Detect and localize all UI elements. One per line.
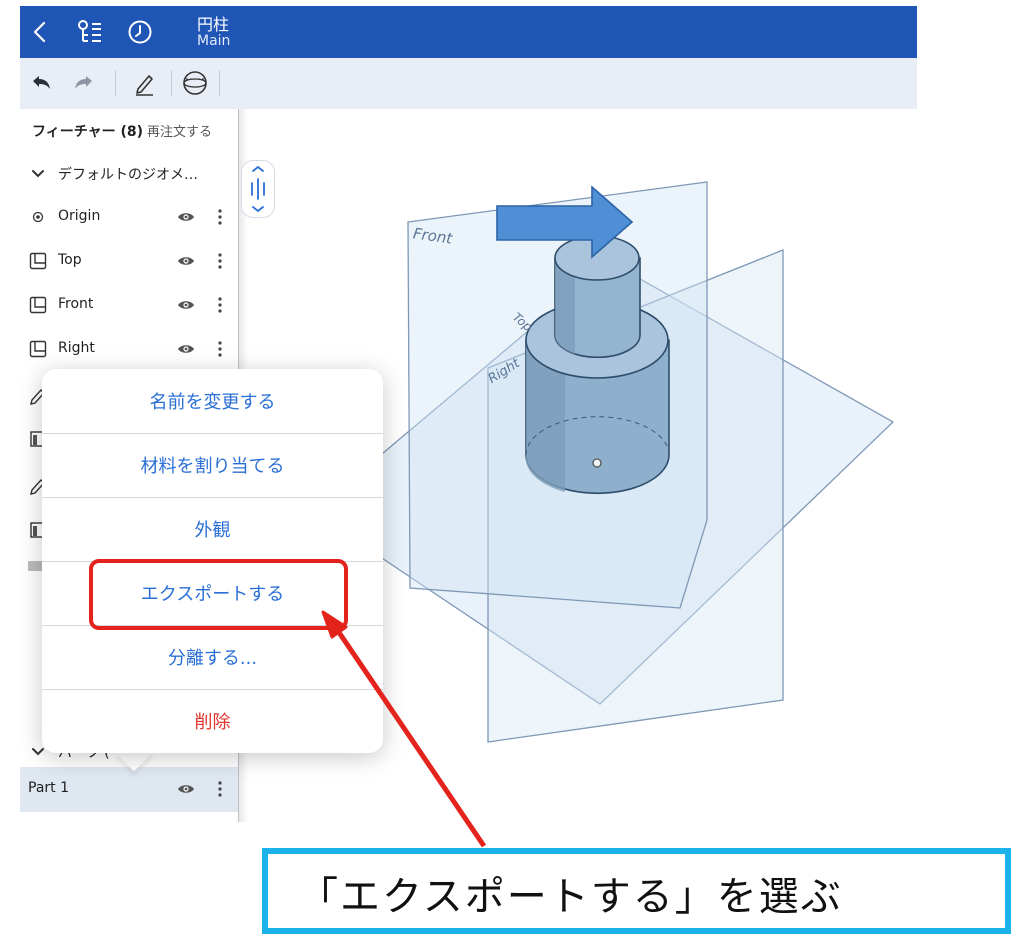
part-item-part-1[interactable]: Part 1 bbox=[20, 767, 238, 812]
feature-item-label: Origin bbox=[58, 208, 101, 224]
visibility-eye-icon[interactable] bbox=[177, 298, 195, 312]
feature-item-label: Right bbox=[58, 340, 95, 356]
feature-count-title: フィーチャー (8) bbox=[32, 124, 143, 140]
history-clock-icon[interactable] bbox=[122, 14, 158, 50]
more-options-icon[interactable] bbox=[216, 207, 224, 227]
plane-icon bbox=[29, 340, 47, 358]
toolbar-divider bbox=[219, 70, 220, 96]
feature-item-front[interactable]: Front bbox=[20, 283, 238, 327]
feature-tree-icon[interactable] bbox=[72, 14, 108, 50]
branch-name: Main bbox=[197, 33, 231, 49]
back-chevron-icon[interactable] bbox=[22, 14, 58, 50]
feature-item-right[interactable]: Right bbox=[20, 327, 238, 371]
visibility-eye-icon[interactable] bbox=[177, 210, 195, 224]
plane-icon bbox=[29, 252, 47, 270]
sketch-pencil-icon[interactable] bbox=[129, 68, 159, 98]
visibility-eye-icon[interactable] bbox=[177, 254, 195, 268]
reorder-button[interactable]: 再注文する bbox=[147, 125, 212, 140]
more-options-icon[interactable] bbox=[216, 251, 224, 271]
instruction-callout: 「エクスポートする」を選ぶ bbox=[262, 848, 1011, 934]
callout-text: 「エクスポートする」を選ぶ bbox=[298, 874, 843, 920]
document-name: 円柱 bbox=[197, 15, 230, 34]
toolbar-divider bbox=[115, 70, 116, 96]
part-item-label: Part 1 bbox=[28, 780, 69, 796]
default-geometry-label: デフォルトのジオメ… bbox=[58, 167, 198, 183]
more-options-icon[interactable] bbox=[216, 339, 224, 359]
assign-material-menu-item[interactable]: 材料を割り当てる bbox=[42, 433, 383, 497]
more-options-icon[interactable] bbox=[216, 295, 224, 315]
feature-item-label: Top bbox=[58, 252, 82, 268]
toolbar bbox=[20, 58, 917, 109]
feature-item-top[interactable]: Top bbox=[20, 239, 238, 283]
top-app-bar: 円柱 Main bbox=[20, 6, 917, 58]
delete-menu-item[interactable]: 削除 bbox=[42, 689, 383, 753]
appearance-menu-item[interactable]: 外観 bbox=[42, 497, 383, 561]
origin-icon bbox=[32, 211, 44, 223]
isolate-menu-item[interactable]: 分離する... bbox=[42, 625, 383, 689]
more-options-icon[interactable] bbox=[216, 779, 224, 799]
default-geometry-group[interactable]: デフォルトのジオメ… bbox=[20, 151, 238, 195]
rename-menu-item[interactable]: 名前を変更する bbox=[42, 369, 383, 433]
redo-icon[interactable] bbox=[69, 68, 99, 98]
export-highlight-box bbox=[89, 559, 348, 630]
feature-item-label: Front bbox=[58, 296, 94, 312]
view-cube-icon[interactable] bbox=[180, 68, 210, 98]
feature-item-origin[interactable]: Origin bbox=[20, 195, 238, 239]
undo-icon[interactable] bbox=[26, 68, 56, 98]
plane-icon bbox=[29, 296, 47, 314]
chevron-down-icon[interactable] bbox=[28, 163, 48, 183]
toolbar-divider bbox=[171, 70, 172, 96]
visibility-eye-icon[interactable] bbox=[177, 782, 195, 796]
feature-list-header: フィーチャー (8) 再注文する bbox=[32, 121, 212, 141]
visibility-eye-icon[interactable] bbox=[177, 342, 195, 356]
